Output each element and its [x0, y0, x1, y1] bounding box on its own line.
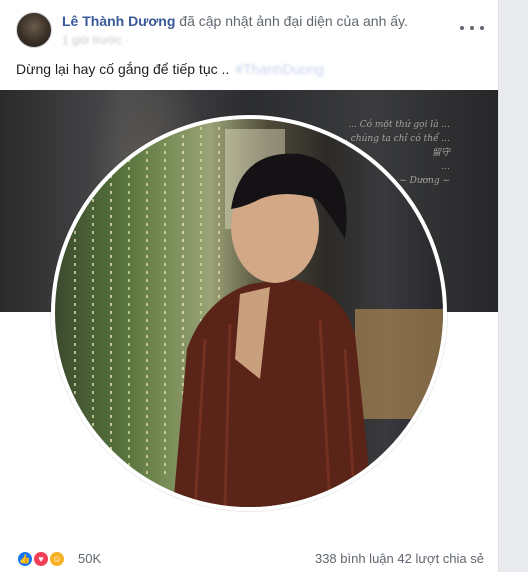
post-title-line: Lê Thành Dương đã cập nhật ảnh đại diện … [62, 13, 408, 29]
more-options-button[interactable] [460, 20, 484, 36]
reaction-count[interactable]: 50K [78, 551, 101, 566]
care-icon: ☺ [48, 550, 66, 568]
ellipsis-icon [470, 26, 474, 30]
caption-text: Dừng lại hay cố gắng để tiếp tục .. [16, 61, 230, 77]
post-header: Lê Thành Dương đã cập nhật ảnh đại diện … [16, 12, 486, 52]
post-action-text: đã cập nhật ảnh đại diện của anh ấy. [175, 13, 408, 29]
love-icon: ♥ [32, 550, 50, 568]
post-caption: Dừng lại hay cố gắng để tiếp tục .. #Than… [16, 61, 324, 77]
like-icon: 👍 [16, 550, 34, 568]
warm-lamp-glow [355, 309, 443, 419]
author-avatar[interactable] [16, 12, 52, 48]
reaction-icons[interactable]: 👍 ♥ ☺ [16, 550, 70, 568]
profile-photo-illustration [74, 119, 443, 507]
reactions-bar: 👍 ♥ ☺ 50K 338 bình luận 42 lượt chia sẻ [16, 549, 486, 569]
post-card: Lê Thành Dương đã cập nhật ảnh đại diện … [0, 0, 499, 572]
ellipsis-icon [480, 26, 484, 30]
comments-count-link[interactable]: 338 bình luận [315, 551, 394, 566]
ellipsis-icon [460, 26, 464, 30]
engagement-stats: 338 bình luận 42 lượt chia sẻ [315, 551, 484, 566]
shares-count-link[interactable]: 42 lượt chia sẻ [397, 551, 484, 566]
caption-hashtag-link[interactable]: #ThanhDuong [235, 61, 324, 77]
author-name-link[interactable]: Lê Thành Dương [62, 13, 175, 29]
post-timestamp[interactable]: 1 giờ trước · [62, 33, 129, 47]
profile-picture[interactable] [51, 115, 447, 511]
